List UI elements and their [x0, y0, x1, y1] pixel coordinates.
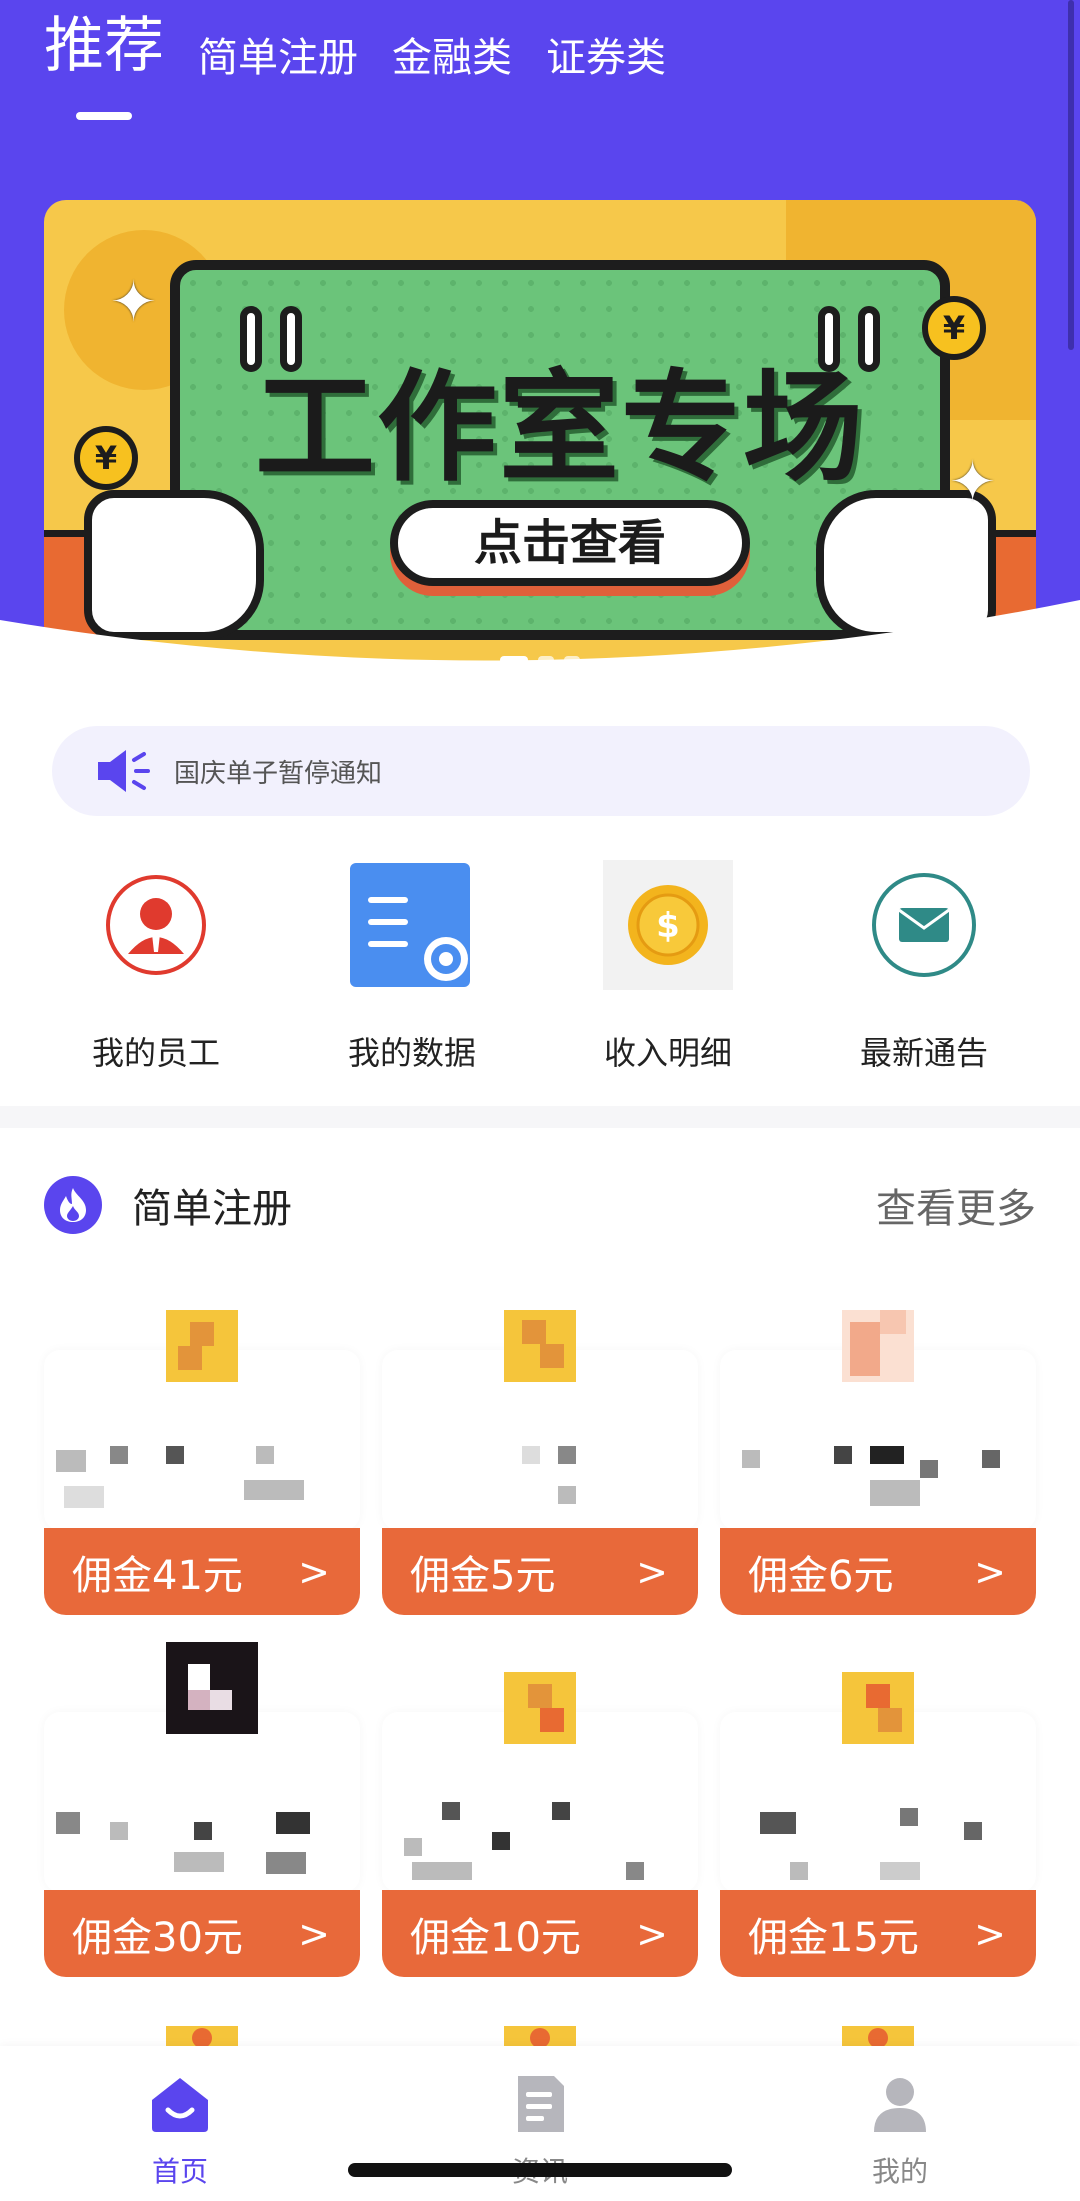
product-logo — [504, 2026, 576, 2046]
commission-bar[interactable]: 佣金15元 > — [720, 1890, 1036, 1977]
commission-bar[interactable]: 佣金10元 > — [382, 1890, 698, 1977]
employee-icon — [91, 860, 221, 990]
banner-title: 工作室专场 — [255, 359, 865, 498]
nav-label: 我的 — [871, 2155, 928, 2188]
commission-bar[interactable]: 佣金41元 > — [44, 1528, 360, 1615]
shortcut-income-details[interactable]: $ 收入明细 — [540, 860, 796, 1074]
shortcut-latest-notices[interactable]: 最新通告 — [796, 860, 1052, 1074]
scrollbar[interactable] — [1068, 0, 1074, 350]
product-logo — [166, 1310, 238, 1382]
chevron-right-icon: > — [636, 1911, 668, 1956]
product-info — [44, 1712, 360, 1892]
commission-bar[interactable]: 佣金6元 > — [720, 1528, 1036, 1615]
product-card[interactable]: 佣金41元 > — [44, 1310, 360, 1615]
commission-label: 佣金5元 — [410, 1552, 556, 1599]
product-card[interactable]: 佣金15元 > — [720, 1672, 1036, 1977]
chevron-right-icon: > — [298, 1549, 330, 1594]
product-logo — [842, 2026, 914, 2046]
chevron-right-icon: > — [298, 1911, 330, 1956]
chevron-right-icon: > — [974, 1911, 1006, 1956]
commission-label: 佣金30元 — [72, 1914, 243, 1961]
product-logo — [842, 1310, 914, 1382]
section-header: 简单注册 查看更多 — [44, 1170, 1036, 1240]
product-logo — [166, 1642, 258, 1734]
commission-bar[interactable]: 佣金30元 > — [44, 1890, 360, 1977]
product-card[interactable]: 佣金6元 > — [720, 1310, 1036, 1615]
product-logo — [842, 1672, 914, 1744]
active-tab-indicator — [76, 112, 132, 120]
flame-icon — [44, 1176, 102, 1234]
product-logo — [166, 2026, 238, 2046]
svg-text:$: $ — [656, 906, 680, 946]
tab-securities[interactable]: 证券类 — [546, 34, 666, 90]
banner-view-button[interactable]: 点击查看 — [390, 500, 750, 586]
shortcut-my-data[interactable]: 我的数据 — [284, 860, 540, 1074]
data-settings-icon — [347, 860, 477, 990]
product-logo — [504, 1672, 576, 1744]
category-tabs: 推荐 简单注册 金融类 证券类 — [44, 10, 700, 90]
sparkle-icon: ✦ — [110, 270, 157, 335]
bottom-nav: 首页 资讯 我的 — [0, 2046, 1080, 2201]
tab-recommend[interactable]: 推荐 — [44, 10, 164, 90]
shortcut-label: 最新通告 — [859, 1034, 988, 1072]
header-wave — [0, 600, 1080, 700]
section-title: 简单注册 — [132, 1186, 292, 1232]
product-card[interactable]: 佣金5元 > — [382, 1310, 698, 1615]
speaker-icon — [98, 750, 150, 792]
home-indicator[interactable] — [348, 2163, 732, 2177]
commission-label: 佣金10元 — [410, 1914, 581, 1961]
shortcut-label: 我的员工 — [91, 1034, 220, 1072]
view-more-link[interactable]: 查看更多 — [876, 1176, 1036, 1234]
home-icon — [152, 2078, 208, 2132]
document-icon — [518, 2076, 564, 2132]
yen-coin-icon: ¥ — [74, 426, 138, 490]
shortcut-my-employees[interactable]: 我的员工 — [28, 860, 284, 1074]
product-card[interactable]: 佣金10元 > — [382, 1672, 698, 1977]
product-card[interactable]: 佣金30元 > — [44, 1642, 360, 1977]
commission-label: 佣金15元 — [748, 1914, 919, 1961]
notice-bar[interactable]: 国庆单子暂停通知 — [52, 726, 1030, 816]
shortcut-grid: 我的员工 我的数据 $ 收入明细 最新通告 — [0, 860, 1080, 1074]
chevron-right-icon: > — [636, 1549, 668, 1594]
product-logo — [504, 1310, 576, 1382]
nav-profile[interactable]: 我的 — [720, 2046, 1080, 2201]
envelope-icon — [859, 860, 989, 990]
nav-label: 首页 — [151, 2155, 208, 2188]
nav-home[interactable]: 首页 — [0, 2046, 360, 2201]
gold-coin-icon: $ — [603, 860, 733, 990]
shortcut-label: 收入明细 — [603, 1034, 732, 1072]
notice-text: 国庆单子暂停通知 — [174, 758, 383, 789]
tab-finance[interactable]: 金融类 — [392, 34, 512, 90]
shortcut-label: 我的数据 — [347, 1034, 476, 1072]
nav-news[interactable]: 资讯 — [360, 2046, 720, 2201]
tab-simple-register[interactable]: 简单注册 — [198, 34, 358, 90]
commission-label: 佣金6元 — [748, 1552, 894, 1599]
sparkle-icon: ✦ — [949, 450, 996, 515]
section-divider — [0, 1106, 1080, 1128]
chevron-right-icon: > — [974, 1549, 1006, 1594]
yen-coin-icon: ¥ — [922, 296, 986, 360]
commission-bar[interactable]: 佣金5元 > — [382, 1528, 698, 1615]
commission-label: 佣金41元 — [72, 1552, 243, 1599]
user-icon — [874, 2078, 926, 2132]
